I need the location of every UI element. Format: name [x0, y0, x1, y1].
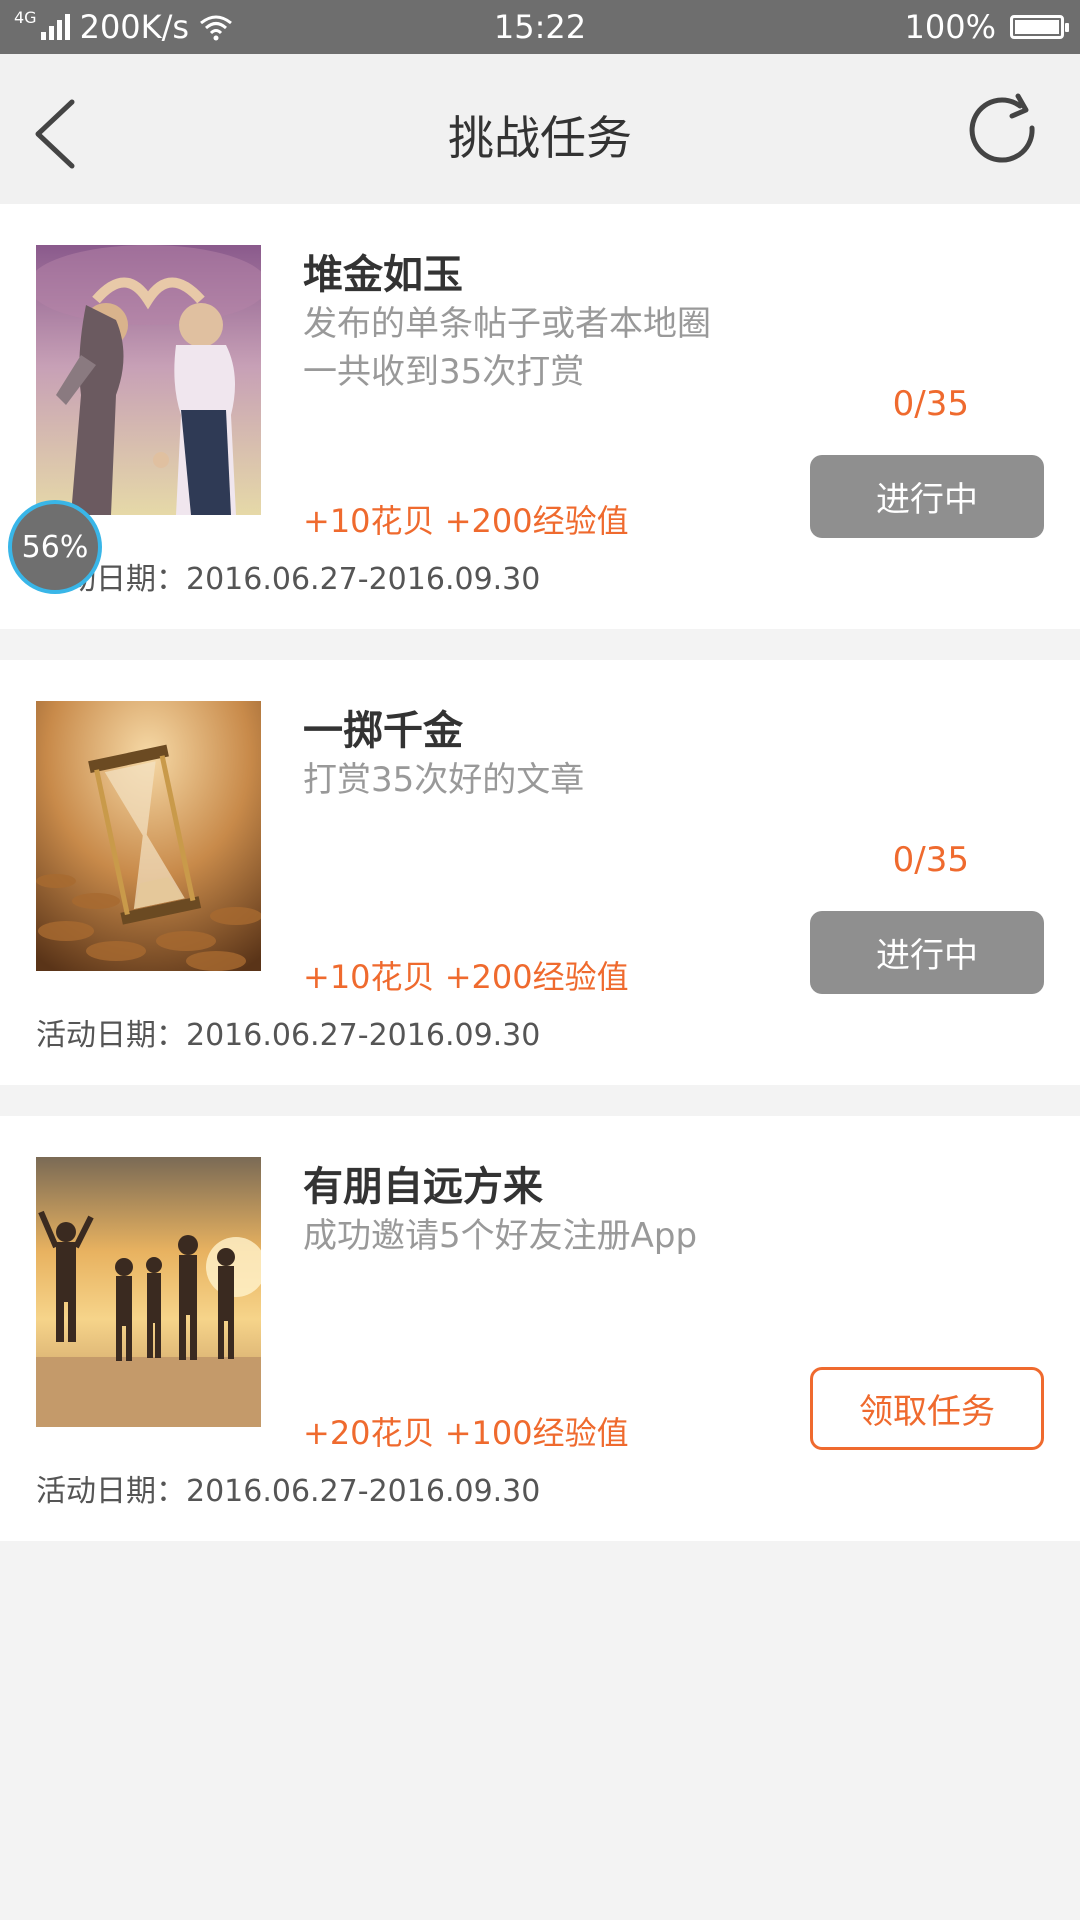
task-status-button[interactable]: 进行中	[810, 911, 1044, 994]
task-date: 活动日期：2016.06.27-2016.09.30	[36, 1018, 541, 1053]
task-description: 成功邀请5个好友注册App	[303, 1216, 698, 1256]
page-title: 挑战任务	[448, 111, 632, 165]
task-status-button[interactable]: 进行中	[810, 455, 1044, 538]
claim-task-button[interactable]: 领取任务	[810, 1367, 1044, 1450]
task-description: 发布的单条帖子或者本地圈一共收到35次打赏	[303, 304, 711, 392]
task-card[interactable]: 堆金如玉 发布的单条帖子或者本地圈一共收到35次打赏 0/35 进行中 +10花…	[0, 204, 1080, 629]
task-reward: +10花贝 +200经验值	[303, 502, 629, 540]
battery-icon	[1010, 15, 1069, 39]
task-image	[36, 245, 261, 515]
task-card[interactable]: 一掷千金 打赏35次好的文章 0/35 进行中 +10花贝 +200经验值 活动…	[0, 660, 1080, 1085]
badge-percent: 56%	[21, 529, 89, 565]
task-image	[36, 1157, 261, 1427]
task-card[interactable]: 有朋自远方来 成功邀请5个好友注册App 领取任务 +20花贝 +100经验值 …	[0, 1116, 1080, 1541]
task-reward: +20花贝 +100经验值	[303, 1414, 629, 1452]
task-date: 活动日期：2016.06.27-2016.09.30	[36, 562, 541, 597]
task-title: 堆金如玉	[303, 252, 463, 298]
status-bar: 4G 200K/s 15:22 100%	[0, 0, 1080, 54]
task-title: 一掷千金	[303, 708, 463, 754]
floating-percent-badge[interactable]: 56%	[8, 500, 102, 594]
task-title: 有朋自远方来	[303, 1164, 543, 1210]
task-progress: 0/35	[892, 384, 969, 424]
refresh-icon	[969, 93, 1035, 163]
task-progress: 0/35	[892, 840, 969, 880]
status-right: 100%	[904, 8, 1069, 46]
nav-bar: 挑战任务	[0, 54, 1080, 204]
task-image	[36, 701, 261, 971]
task-description: 打赏35次好的文章	[303, 760, 585, 800]
battery-percent: 100%	[904, 8, 996, 46]
task-date: 活动日期：2016.06.27-2016.09.30	[36, 1474, 541, 1509]
refresh-button[interactable]	[964, 92, 1044, 172]
task-reward: +10花贝 +200经验值	[303, 958, 629, 996]
